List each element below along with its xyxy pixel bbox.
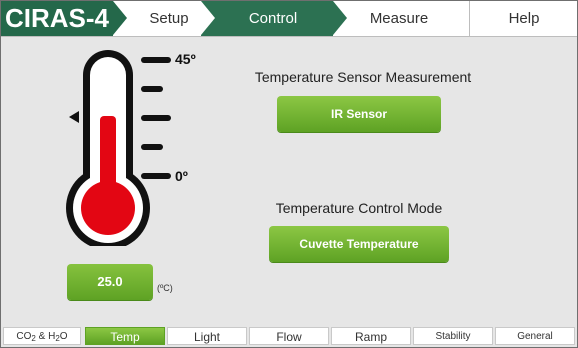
nav-divider	[469, 1, 470, 36]
brand-arrow	[113, 1, 127, 35]
tab-control-arrow	[333, 1, 347, 35]
ir-sensor-button[interactable]: IR Sensor	[277, 96, 441, 132]
tick	[141, 86, 163, 92]
control-mode-title: Temperature Control Mode	[275, 200, 443, 216]
tab-help[interactable]: Help	[471, 1, 577, 36]
triangle-pointer-icon	[69, 111, 79, 123]
scale-min-label: 0º	[175, 168, 188, 184]
bottom-tab-general[interactable]: General	[495, 327, 575, 345]
top-nav: CIRAS-4 Setup Control Measure Help	[1, 1, 577, 37]
brand-logo: CIRAS-4	[1, 1, 113, 36]
bottom-tab-ramp[interactable]: Ramp	[331, 327, 411, 345]
bottom-tab-temp[interactable]: Temp	[85, 327, 165, 345]
scale-max-label: 45º	[175, 51, 196, 67]
bottom-tab-light[interactable]: Light	[167, 327, 247, 345]
bottom-tab-bar: CO2 & H2O Temp Light Flow Ramp Stability…	[1, 327, 577, 347]
sensor-section-title: Temperature Sensor Measurement	[254, 69, 472, 85]
tab-setup[interactable]: Setup	[129, 1, 209, 36]
and-h-label: & H	[35, 331, 56, 342]
bottom-tab-co2-h2o[interactable]: CO2 & H2O	[3, 327, 81, 345]
tick-45	[141, 57, 171, 63]
app-window: CIRAS-4 Setup Control Measure Help 45º 0…	[0, 0, 578, 348]
tick-0	[141, 173, 171, 179]
tab-control[interactable]: Control	[213, 1, 333, 36]
thermometer-icon	[66, 50, 171, 246]
temperature-value-button[interactable]: 25.0	[67, 264, 153, 300]
tick	[141, 144, 163, 150]
mercury-bulb	[81, 181, 135, 235]
bottom-tab-flow[interactable]: Flow	[249, 327, 329, 345]
tab-measure[interactable]: Measure	[347, 1, 451, 36]
co2-label: CO	[16, 331, 32, 342]
cuvette-temperature-button[interactable]: Cuvette Temperature	[269, 226, 449, 262]
tick	[141, 115, 171, 121]
h2o-suffix: O	[59, 331, 68, 342]
temperature-unit: (ºC)	[157, 283, 173, 293]
bottom-tab-stability[interactable]: Stability	[413, 327, 493, 345]
